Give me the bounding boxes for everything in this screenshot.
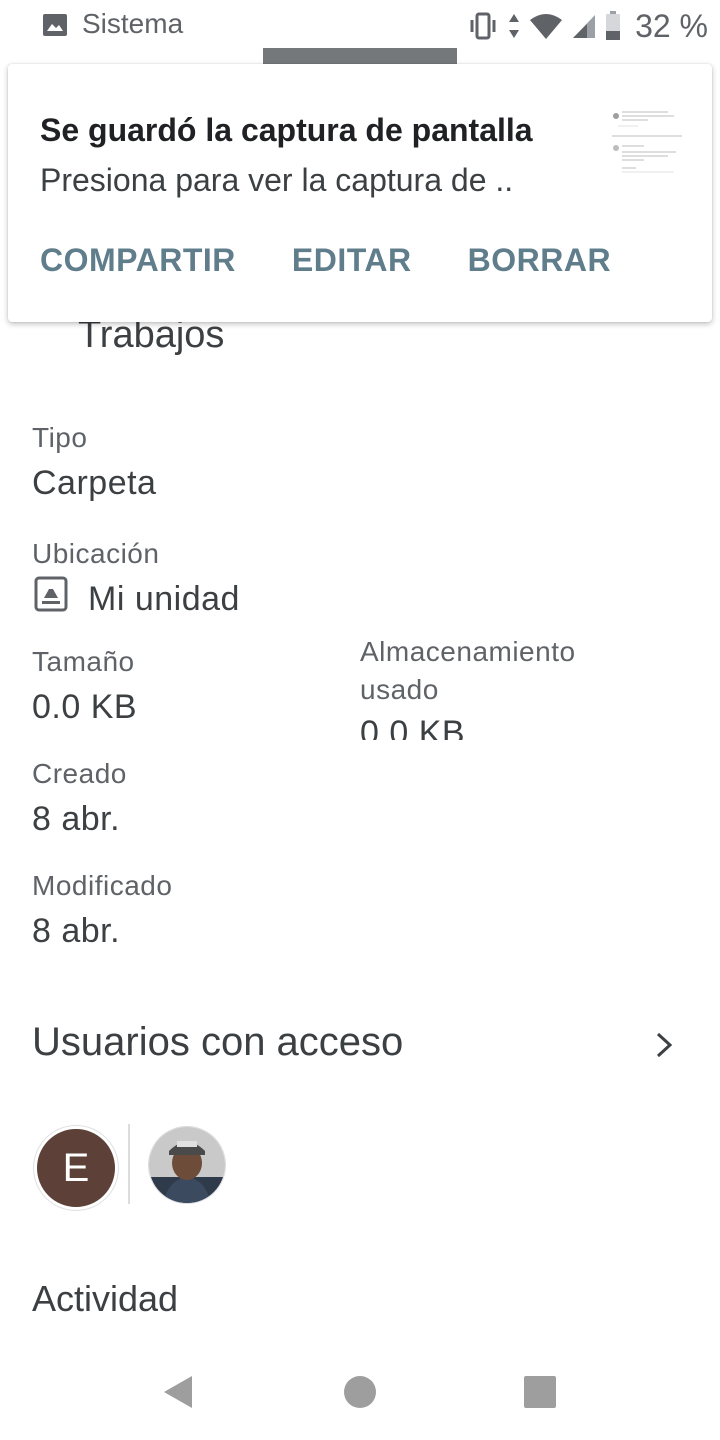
vibrate-icon: [470, 12, 496, 40]
storage-used-label-line2: usado: [360, 674, 439, 705]
storage-used-value: 0.0 KB: [360, 714, 466, 740]
size-value: 0.0 KB: [32, 688, 138, 726]
delete-button[interactable]: BORRAR: [468, 242, 611, 279]
chevron-right-icon[interactable]: [650, 1030, 678, 1060]
storage-used-value-container: 0.0 KB: [360, 710, 560, 740]
storage-used-label-line1: Almacenamiento: [360, 636, 576, 667]
edit-button[interactable]: EDITAR: [292, 242, 412, 279]
screenshot-thumbnail[interactable]: [608, 104, 682, 180]
modified-label: Modificado: [32, 870, 173, 901]
share-button[interactable]: COMPARTIR: [40, 242, 236, 279]
users-with-access-title[interactable]: Usuarios con acceso: [32, 1020, 403, 1065]
back-icon[interactable]: [160, 1374, 196, 1410]
modified-value: 8 abr.: [32, 912, 121, 950]
avatar-user-e[interactable]: E: [34, 1126, 118, 1210]
navigation-bar: [0, 1344, 720, 1440]
signal-icon: [573, 15, 596, 38]
status-app-name: Sistema: [82, 8, 184, 39]
image-icon: [43, 14, 67, 36]
size-label: Tamaño: [32, 646, 135, 677]
recent-apps-icon[interactable]: [524, 1376, 556, 1408]
type-label: Tipo: [32, 422, 88, 453]
created-value: 8 abr.: [32, 800, 121, 838]
avatar-user-photo[interactable]: [148, 1126, 226, 1204]
status-icons: 32 %: [467, 6, 708, 46]
notification-text: Presiona para ver la captura de ..: [40, 162, 514, 198]
location-label: Ubicación: [32, 538, 160, 569]
home-icon[interactable]: [344, 1376, 376, 1408]
avatar-divider: [128, 1124, 130, 1204]
screenshot-notification[interactable]: Se guardó la captura de pantalla Presion…: [8, 64, 712, 322]
data-arrows-icon: [509, 14, 520, 38]
battery-icon: [606, 11, 621, 40]
drive-folder-icon: [34, 576, 68, 612]
type-value: Carpeta: [32, 464, 157, 502]
avatar-letter: E: [62, 1145, 90, 1190]
battery-percentage: 32 %: [635, 7, 708, 44]
notification-actions: COMPARTIR EDITAR BORRAR: [40, 242, 611, 279]
notification-title: Se guardó la captura de pantalla: [40, 112, 533, 148]
wifi-icon: [530, 14, 563, 39]
location-value[interactable]: Mi unidad: [88, 580, 240, 619]
created-label: Creado: [32, 758, 127, 789]
notification-drag-handle[interactable]: [263, 48, 457, 64]
activity-title: Actividad: [32, 1278, 179, 1319]
status-bar: Sistema 32 %: [0, 0, 720, 50]
